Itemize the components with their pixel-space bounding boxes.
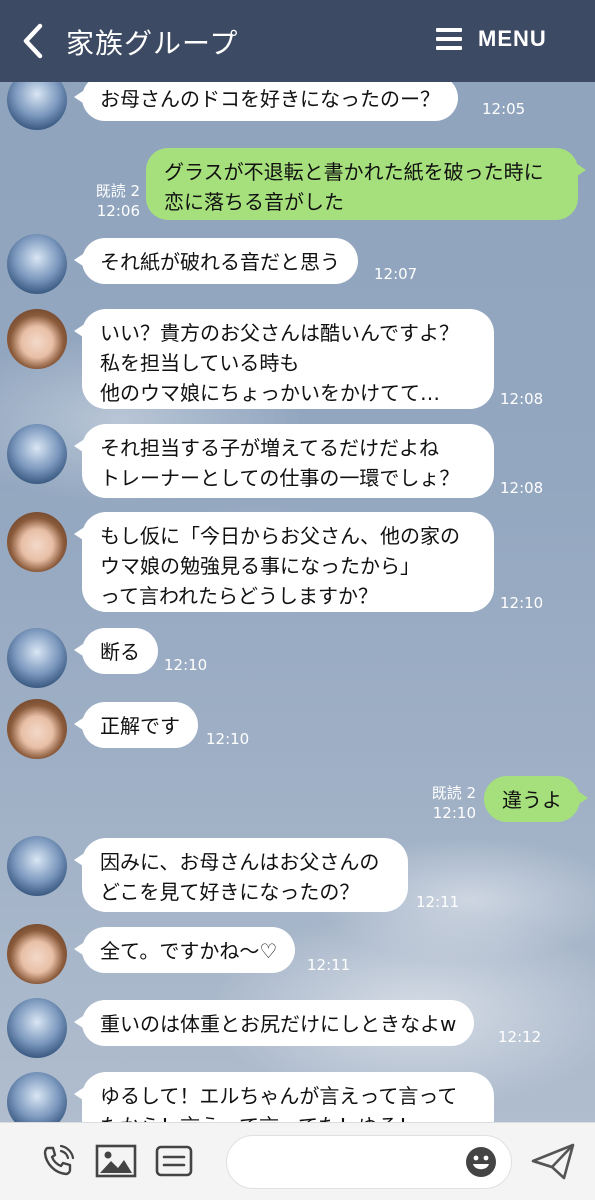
message-time: 12:08 bbox=[500, 479, 544, 497]
message-bubble[interactable]: 断る bbox=[74, 628, 158, 674]
message-input-box[interactable] bbox=[226, 1135, 512, 1189]
chevron-left-icon bbox=[23, 23, 43, 59]
avatar-mother[interactable] bbox=[7, 512, 67, 572]
menu-label: MENU bbox=[478, 26, 547, 51]
sticker-button[interactable] bbox=[465, 1146, 497, 1182]
avatar-son[interactable] bbox=[7, 998, 67, 1058]
message-time: 12:10 bbox=[206, 730, 250, 748]
message-time: 12:07 bbox=[374, 265, 418, 283]
call-button[interactable] bbox=[40, 1143, 76, 1183]
message-bubble[interactable]: それ紙が破れる音だと思う bbox=[74, 238, 358, 284]
message-bubble-sent[interactable]: グラスが不退転と書かれた紙を破った時に 恋に落ちる音がした bbox=[146, 148, 586, 220]
message-time: 12:10 bbox=[164, 656, 208, 674]
message-input[interactable] bbox=[241, 1146, 461, 1180]
read-receipt: 既読 2 12:06 bbox=[80, 181, 140, 221]
avatar-mother[interactable] bbox=[7, 924, 67, 984]
photo-button[interactable] bbox=[95, 1143, 137, 1183]
message-time: 12:11 bbox=[416, 893, 460, 911]
message-bubble[interactable]: 因みに、お母さんはお父さんの どこを見て好きになったの？ bbox=[74, 838, 408, 912]
message-time: 12:10 bbox=[432, 804, 476, 822]
message-time: 12:08 bbox=[500, 390, 544, 408]
message-time: 12:12 bbox=[498, 1028, 542, 1046]
back-button[interactable] bbox=[18, 22, 48, 60]
avatar-son[interactable] bbox=[7, 628, 67, 688]
avatar-son[interactable] bbox=[7, 234, 67, 294]
send-button[interactable] bbox=[530, 1141, 576, 1185]
avatar-mother[interactable] bbox=[7, 309, 67, 369]
message-time: 12:10 bbox=[500, 594, 544, 612]
avatar-son[interactable] bbox=[7, 424, 67, 484]
message-bubble[interactable]: 重いのは体重とお尻だけにしときなよw bbox=[73, 1000, 475, 1046]
message-bubble[interactable]: 全て。ですかね〜♡ bbox=[73, 927, 296, 973]
note-button[interactable] bbox=[155, 1143, 193, 1183]
avatar-son[interactable] bbox=[7, 836, 67, 896]
message-bubble[interactable]: もし仮に「今日からお父さん、他の家の ウマ娘の勉強見る事になったから」 って言わ… bbox=[74, 512, 494, 612]
message-bubble[interactable]: それ担当する子が増えてるだけだよね トレーナーとしての仕事の一環でしょ？ bbox=[74, 424, 494, 498]
list-card-icon bbox=[155, 1145, 193, 1177]
avatar-mother[interactable] bbox=[7, 699, 67, 759]
read-count: 既読 2 bbox=[431, 784, 476, 802]
chat-title: 家族グループ bbox=[66, 27, 239, 60]
chat-header: 家族グループ MENU bbox=[0, 0, 595, 82]
hamburger-icon bbox=[436, 28, 462, 50]
menu-button[interactable]: MENU bbox=[436, 26, 547, 52]
message-bubble[interactable]: いい？貴方のお父さんは酷いんですよ？ 私を担当している時も 他のウマ娘にちょっか… bbox=[74, 309, 494, 409]
message-time: 12:11 bbox=[307, 956, 351, 974]
message-bubble-sent[interactable]: 違うよ bbox=[484, 776, 588, 822]
message-time: 12:06 bbox=[96, 202, 140, 220]
input-bar bbox=[0, 1122, 595, 1200]
message-bubble[interactable]: 正解です bbox=[74, 702, 198, 748]
read-count: 既読 2 bbox=[95, 182, 140, 200]
send-icon bbox=[531, 1143, 575, 1180]
read-receipt: 既読 2 12:10 bbox=[416, 783, 476, 823]
phone-icon bbox=[43, 1144, 75, 1176]
image-icon bbox=[95, 1144, 137, 1178]
message-time: 12:05 bbox=[482, 100, 526, 118]
smiley-icon bbox=[466, 1147, 496, 1177]
